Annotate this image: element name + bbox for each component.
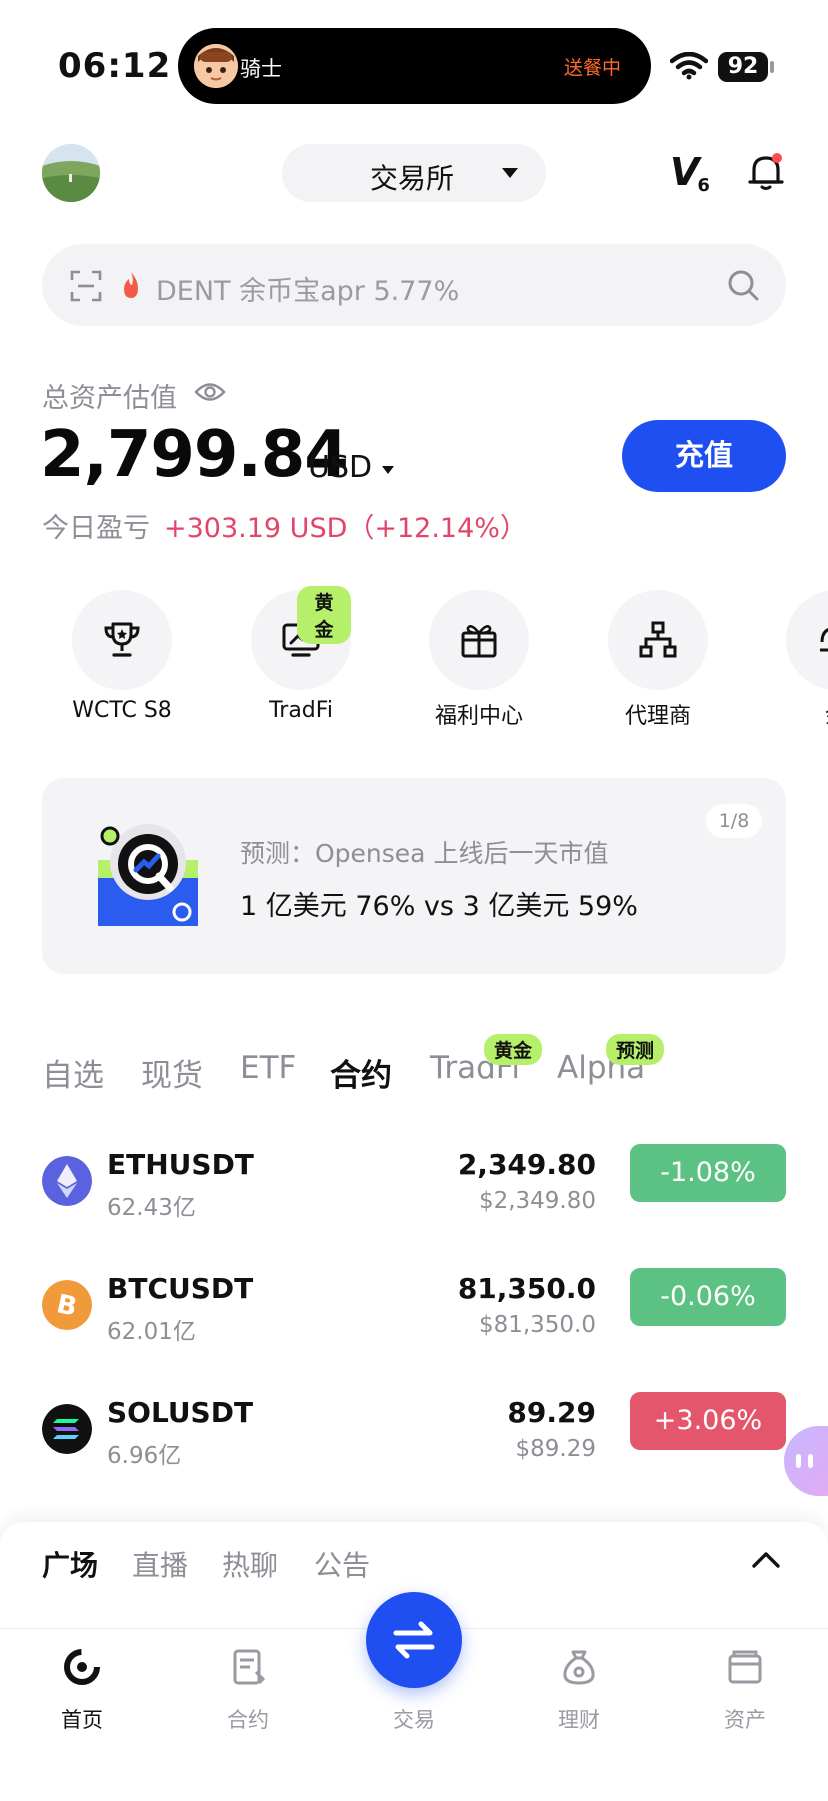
tab-square[interactable]: 广场 <box>42 1544 98 1584</box>
quick-action-label: 代理商 <box>624 704 691 729</box>
quick-action-label: TradFi <box>269 698 333 723</box>
battery-indicator: 92 <box>718 52 768 82</box>
chat-bubble-icon <box>796 1454 813 1468</box>
wallet-icon <box>728 1650 762 1684</box>
nav-label: 首页 <box>61 1708 103 1732</box>
island-status: 送餐中 <box>563 57 621 79</box>
fire-icon <box>124 272 138 298</box>
coin-volume: 62.01亿 <box>107 1319 196 1345</box>
table-row[interactable]: B BTCUSDT 62.01亿 81,350.0 $81,350.0 -0.0… <box>0 1258 828 1382</box>
nav-home[interactable]: 首页 <box>27 1648 137 1758</box>
quick-action-more[interactable]: 余 <box>786 590 828 730</box>
nav-earn[interactable]: 理财 <box>524 1648 634 1758</box>
sol-icon <box>42 1404 92 1454</box>
wifi-icon <box>670 52 708 80</box>
coin-price: 89.29 <box>507 1396 596 1429</box>
exchange-label: 交易所 <box>370 162 455 195</box>
deposit-button[interactable]: 充值 <box>622 420 786 492</box>
search-placeholder: DENT 余币宝apr 5.77% <box>156 276 460 307</box>
change-badge[interactable]: -0.06% <box>630 1268 786 1326</box>
pnl-value: +303.19 USD（+12.14%） <box>164 513 527 544</box>
more-icon <box>820 628 828 652</box>
table-row[interactable]: ETHUSDT 62.43亿 2,349.80 $2,349.80 -1.08% <box>0 1134 828 1258</box>
gift-icon <box>461 625 497 658</box>
quick-action-rewards[interactable]: 福利中心 <box>429 590 529 730</box>
nav-label: 资产 <box>724 1708 766 1732</box>
caret-down-icon[interactable] <box>382 466 394 474</box>
change-badge[interactable]: +3.06% <box>630 1392 786 1450</box>
gold-badge: 黄金 <box>484 1034 543 1065</box>
coin-volume: 6.96亿 <box>107 1443 182 1469</box>
exchange-switcher[interactable]: 交易所 <box>282 144 546 202</box>
user-avatar[interactable] <box>42 144 100 202</box>
money-bag-icon <box>563 1650 595 1685</box>
tab-futures[interactable]: 合约 <box>330 1050 392 1095</box>
coin-usd-price: $81,350.0 <box>478 1312 596 1338</box>
tab-watchlist[interactable]: 自选 <box>42 1050 104 1095</box>
coin-price: 2,349.80 <box>457 1148 596 1181</box>
tab-etf[interactable]: ETF <box>240 1050 296 1086</box>
coin-usd-price: $2,349.80 <box>478 1188 596 1214</box>
status-time: 06:12 <box>58 46 172 86</box>
nav-label: 理财 <box>558 1708 600 1732</box>
vip-level-badge[interactable]: V6 <box>670 150 712 196</box>
quick-action-wctc[interactable]: WCTC S8 <box>72 590 172 730</box>
trophy-icon <box>104 622 140 657</box>
btc-icon: B <box>42 1280 92 1330</box>
prediction-icon <box>98 824 198 926</box>
coin-symbol: BTCUSDT <box>107 1272 254 1305</box>
gold-badge: 黄金 <box>297 586 351 644</box>
table-row[interactable]: SOLUSDT 6.96亿 89.29 $89.29 +3.06% <box>0 1382 828 1506</box>
banner-subtitle: 预测：Opensea 上线后一天市值 <box>240 839 609 868</box>
quick-action-tradfi[interactable]: 黄金 TradFi <box>251 586 351 730</box>
banner-title: 1 亿美元 76% vs 3 亿美元 59% <box>240 891 638 922</box>
bell-icon[interactable] <box>748 152 784 192</box>
banner-pagination: 1/8 <box>706 804 762 838</box>
coin-symbol: SOLUSDT <box>107 1396 254 1429</box>
home-icon <box>64 1649 100 1685</box>
search-bar[interactable]: DENT 余币宝apr 5.77% <box>42 244 786 326</box>
change-badge[interactable]: -1.08% <box>630 1144 786 1202</box>
tab-announcements[interactable]: 公告 <box>314 1544 370 1584</box>
prediction-badge: 预测 <box>606 1034 665 1065</box>
quick-action-label: 福利中心 <box>434 704 523 729</box>
island-title: 骑士 <box>240 57 282 81</box>
total-assets-label: 总资产估值 <box>42 383 177 414</box>
contract-icon <box>233 1649 266 1685</box>
eye-icon[interactable] <box>194 381 226 403</box>
nav-futures[interactable]: 合约 <box>193 1648 303 1758</box>
org-chart-icon <box>639 621 677 658</box>
quick-action-agent[interactable]: 代理商 <box>608 590 708 730</box>
coin-price: 81,350.0 <box>457 1272 596 1305</box>
nav-assets[interactable]: 资产 <box>690 1648 800 1758</box>
coin-usd-price: $89.29 <box>515 1436 596 1462</box>
caret-down-icon <box>502 168 518 178</box>
quick-action-label: 余 <box>746 698 828 730</box>
nav-label: 合约 <box>227 1708 269 1732</box>
nav-trade[interactable]: 交易 <box>359 1648 469 1758</box>
tab-hot-chat[interactable]: 热聊 <box>222 1544 278 1584</box>
vip-level: 6 <box>697 175 710 196</box>
tab-spot[interactable]: 现货 <box>141 1050 203 1095</box>
search-icon[interactable] <box>726 268 760 302</box>
nav-label: 交易 <box>393 1708 435 1732</box>
status-bar: 06:12 骑士 送餐中 92 <box>0 0 828 120</box>
pnl-label: 今日盈亏 <box>42 513 150 544</box>
quick-action-label: WCTC S8 <box>72 698 172 723</box>
dynamic-island[interactable]: 骑士 送餐中 <box>178 28 651 104</box>
eth-icon <box>42 1156 92 1206</box>
assistant-chat-button[interactable] <box>784 1426 828 1496</box>
coin-volume: 62.43亿 <box>107 1195 196 1221</box>
chevron-up-icon[interactable] <box>750 1546 782 1574</box>
currency-unit-selector[interactable]: USD <box>308 450 372 485</box>
tab-live[interactable]: 直播 <box>132 1544 188 1584</box>
total-assets-value: 2,799.84 <box>40 418 349 492</box>
prediction-banner[interactable]: 预测：Opensea 上线后一天市值 1 亿美元 76% vs 3 亿美元 59… <box>42 778 786 974</box>
scan-icon[interactable] <box>70 270 102 302</box>
coin-symbol: ETHUSDT <box>107 1148 254 1181</box>
battery-tip <box>770 61 774 73</box>
rider-avatar-icon <box>194 44 238 88</box>
vip-letter: V <box>670 150 700 194</box>
